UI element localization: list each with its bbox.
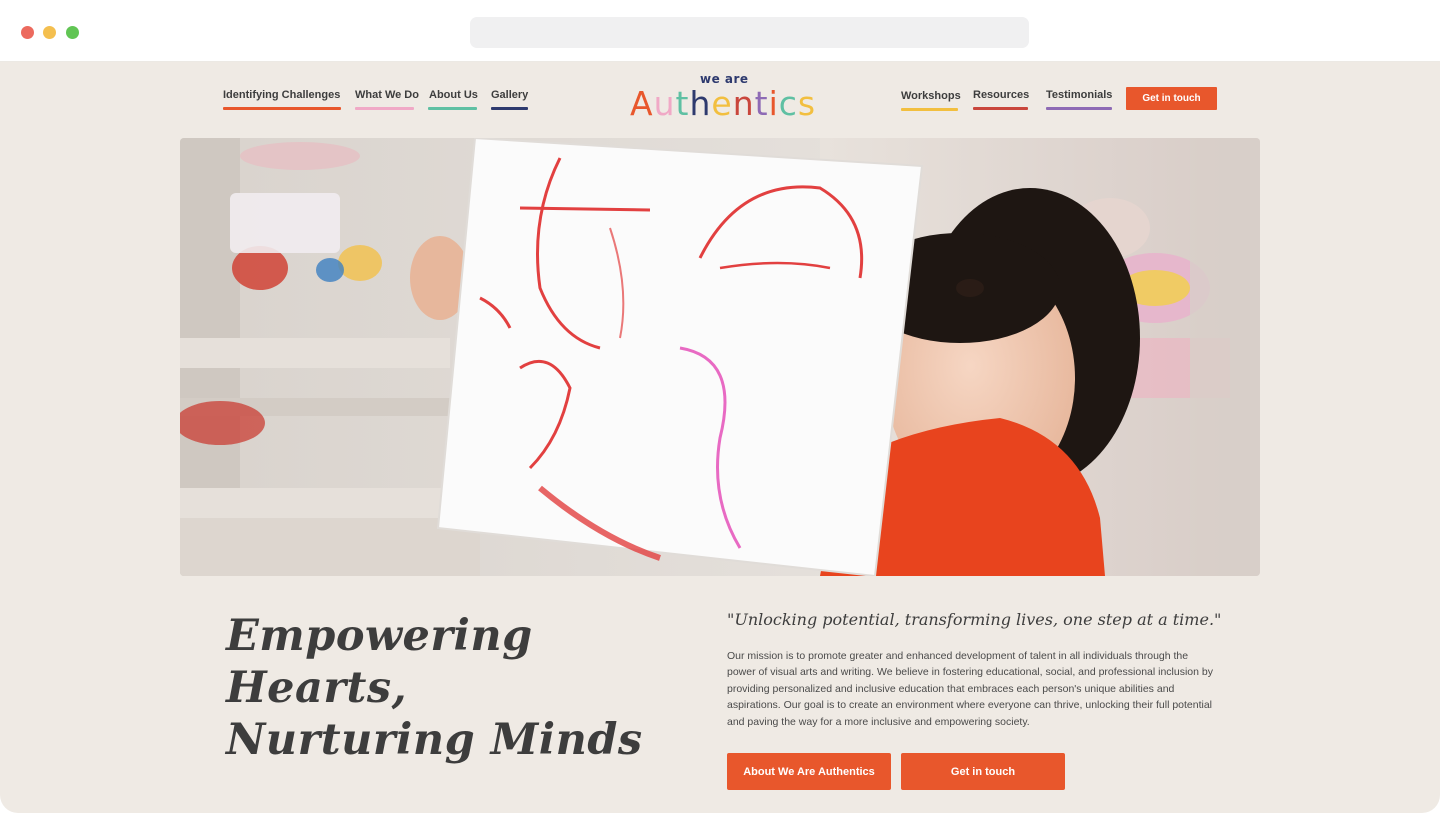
nav-get-in-touch-button[interactable]: Get in touch <box>1126 87 1217 110</box>
address-bar[interactable] <box>470 17 1029 48</box>
nav-underline <box>901 108 958 111</box>
nav-link-identifying-challenges[interactable]: Identifying Challenges <box>223 89 340 101</box>
nav-link-what-we-do[interactable]: What We Do <box>355 89 419 101</box>
mission-quote: "Unlocking potential, transforming lives… <box>727 610 1222 629</box>
nav-underline <box>1046 107 1112 110</box>
get-in-touch-button[interactable]: Get in touch <box>901 753 1065 790</box>
site-logo[interactable]: we are Authentics <box>628 72 816 123</box>
nav-underline <box>223 107 341 110</box>
hero-image <box>180 138 1260 576</box>
maximize-window-button[interactable] <box>66 26 79 39</box>
browser-titlebar <box>0 0 1440 62</box>
nav-underline <box>355 107 414 110</box>
nav-link-about-us[interactable]: About Us <box>429 89 478 101</box>
headline-line: Empowering Hearts, <box>226 611 533 713</box>
photo-child-holding-drawing-icon <box>180 138 1260 576</box>
logo-wordmark: Authentics <box>630 84 816 123</box>
hero-headline: Empowering Hearts, Nurturing Minds <box>226 610 666 766</box>
logo-letter: A <box>630 84 654 123</box>
logo-letter: c <box>778 84 798 123</box>
logo-letter: i <box>768 84 779 123</box>
nav-link-gallery[interactable]: Gallery <box>491 89 528 101</box>
logo-letter: t <box>754 84 769 123</box>
close-window-button[interactable] <box>21 26 34 39</box>
logo-letter: e <box>711 84 733 123</box>
nav-link-testimonials[interactable]: Testimonials <box>1046 89 1112 101</box>
about-button[interactable]: About We Are Authentics <box>727 753 891 790</box>
nav-link-workshops[interactable]: Workshops <box>901 90 961 102</box>
nav-underline <box>973 107 1028 110</box>
minimize-window-button[interactable] <box>43 26 56 39</box>
browser-window: Identifying Challenges What We Do About … <box>0 0 1440 813</box>
logo-letter: h <box>689 84 712 123</box>
logo-letter: u <box>653 84 676 123</box>
mission-paragraph: Our mission is to promote greater and en… <box>727 650 1213 728</box>
logo-letter: t <box>675 84 690 123</box>
nav-underline <box>428 107 477 110</box>
page-content: Identifying Challenges What We Do About … <box>0 62 1440 813</box>
headline-line: Nurturing Minds <box>226 715 643 765</box>
nav-underline <box>491 107 528 110</box>
logo-letter: s <box>797 84 817 123</box>
nav-link-resources[interactable]: Resources <box>973 89 1029 101</box>
logo-letter: n <box>732 84 755 123</box>
